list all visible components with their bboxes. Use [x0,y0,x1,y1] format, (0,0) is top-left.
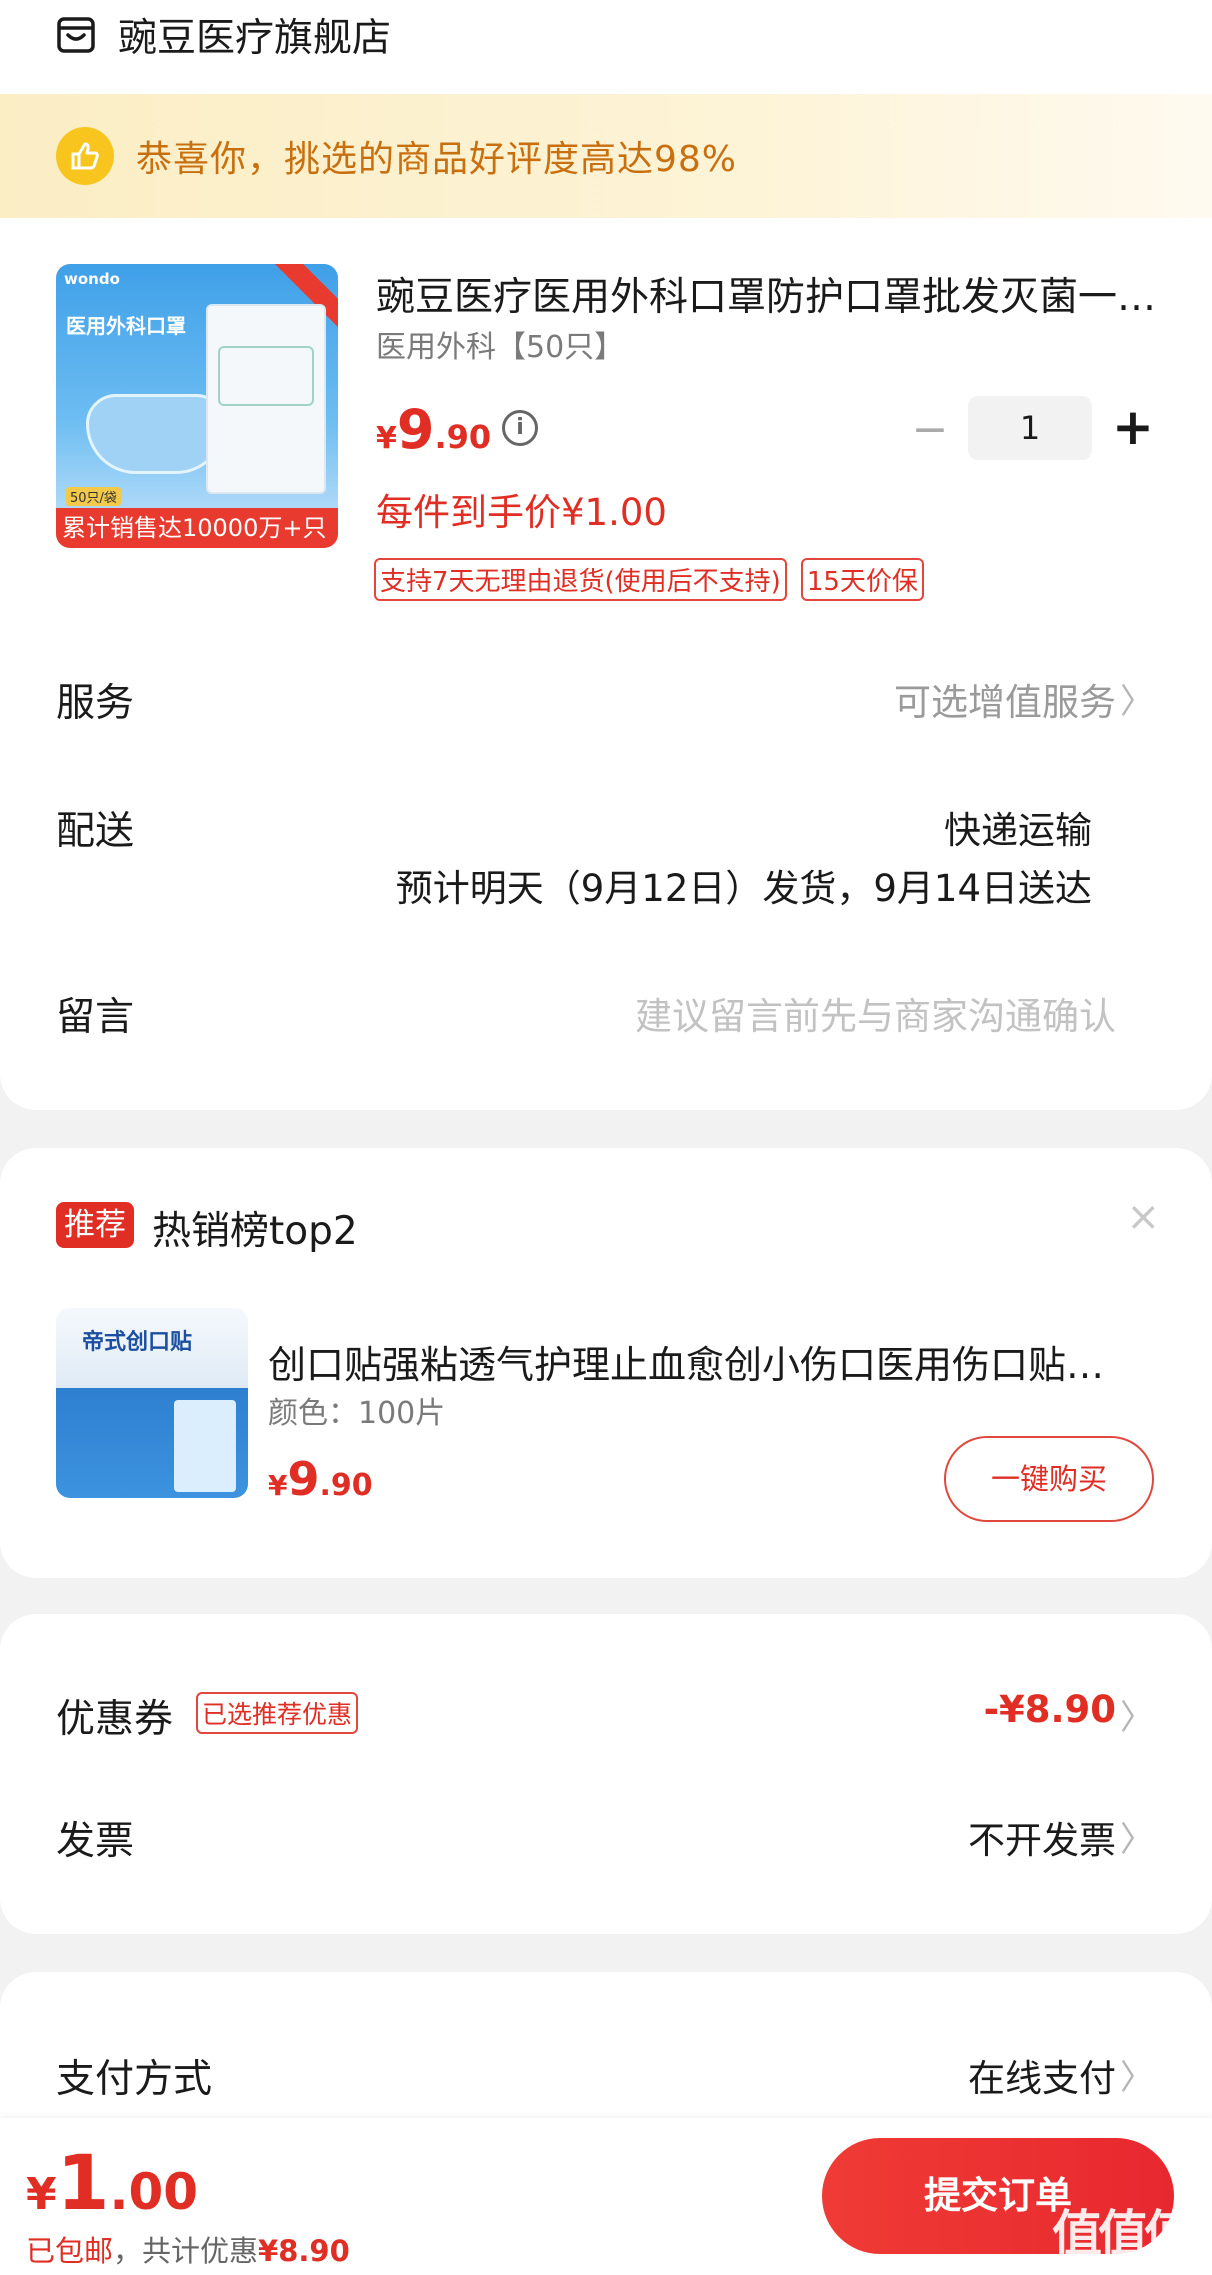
recommend-product-spec: 颜色：100片 [268,1396,446,1431]
product-tags: 支持7天无理由退货(使用后不支持) 15天价保 [374,558,924,601]
product-image-title: 医用外科口罩 [66,314,186,338]
close-icon[interactable]: × [1126,1194,1160,1240]
invoice-label: 发票 [56,1819,135,1864]
product-image[interactable]: wondo 医用外科口罩 50只/袋 累计销售达10000万+只 [56,264,338,548]
delivery-method: 快递运输 [944,809,1092,852]
watermark-url: zhizhizhi.com [1070,2260,1172,2275]
delivery-estimate: 预计明天（9月12日）发货，9月14日送达 [395,867,1092,910]
discount-amount: ¥8.90 [258,2234,350,2268]
message-input[interactable]: 建议留言前先与商家沟通确认 [635,986,1116,1040]
service-value[interactable]: 可选增值服务 [894,672,1116,726]
coupon-card: 优惠券 已选推荐优惠 -¥8.90 〉 发票 不开发票 〉 [0,1614,1212,1934]
chevron-right-icon[interactable]: 〉 [1120,1690,1154,1739]
quantity-input[interactable]: 1 [968,396,1092,460]
chevron-right-icon[interactable]: 〉 [1120,2050,1154,2099]
recommend-badge: 推荐 [56,1202,134,1248]
quantity-increase-button[interactable]: + [1108,396,1158,460]
service-label: 服务 [56,681,135,726]
product-image-ribbon: 累计销售达10000万+只 [56,508,338,548]
store-header[interactable]: 豌豆医疗旗舰店 [56,6,391,64]
recommend-product-price: ¥9.90 [268,1452,373,1506]
mask-illustration [86,394,226,474]
praise-text: 恭喜你，挑选的商品好评度高达98% [136,139,738,180]
total-price: ¥1.00 [26,2138,199,2227]
checkout-page: 豌豆医疗旗舰店 恭喜你，挑选的商品好评度高达98% wondo 医用外科口罩 5… [0,0,1212,2275]
payment-label: 支付方式 [56,2057,213,2102]
order-card: 豌豆医疗旗舰店 恭喜你，挑选的商品好评度高达98% wondo 医用外科口罩 5… [0,0,1212,1110]
price-protect-tag: 15天价保 [800,558,924,601]
return-policy-tag: 支持7天无理由退货(使用后不支持) [374,558,787,601]
product-image-count: 50只/袋 [66,487,121,506]
discount-label: ，共计优惠 [113,2234,259,2268]
coupon-selected-tag: 已选推荐优惠 [196,1692,359,1734]
chevron-right-icon[interactable]: 〉 [1120,1812,1154,1861]
free-shipping-text: 已包邮 [26,2234,114,2268]
product-spec[interactable]: 医用外科【50只】 [376,322,624,366]
store-icon [57,17,95,53]
invoice-value[interactable]: 不开发票 [968,1810,1116,1864]
recommend-card: 推荐 热销榜top2 × 帝式创口贴 创口贴强粘透气护理止血愈创小伤口医用伤口贴… [0,1148,1212,1578]
thumbs-up-icon [56,127,114,185]
recommend-title: 热销榜top2 [152,1209,358,1254]
product-image-logo: wondo [64,270,120,288]
product-price: ¥9.90 [376,398,492,461]
submit-order-button[interactable]: 提交订单 [822,2138,1174,2254]
coupon-label: 优惠券 [56,1697,174,1742]
recommend-product-name[interactable]: 创口贴强粘透气护理止血愈创小伤口医用伤口贴防水创可贴 [268,1334,1138,1389]
chevron-right-icon[interactable]: 〉 [1120,674,1154,723]
quantity-decrease-button[interactable]: − [908,400,952,460]
package-illustration [206,304,326,494]
info-icon[interactable]: i [502,410,538,446]
recommend-image-title: 帝式创口贴 [82,1330,193,1355]
store-name[interactable]: 豌豆医疗旗舰店 [118,7,391,63]
final-unit-price: 每件到手价¥1.00 [376,491,667,534]
one-click-buy-button[interactable]: 一键购买 [944,1436,1154,1522]
recommend-product-image[interactable]: 帝式创口贴 [56,1308,248,1498]
checkout-bar: ¥1.00 已包邮，共计优惠¥8.90 提交订单 值值值 zhizhizhi.c… [0,2118,1212,2275]
delivery-label: 配送 [56,809,135,854]
product-title[interactable]: 豌豆医疗医用外科口罩防护口罩批发灭菌一次性三层医用外科口罩 [376,266,1166,322]
shipping-summary: 已包邮，共计优惠¥8.90 [26,2228,350,2270]
payment-value[interactable]: 在线支付 [968,2048,1116,2102]
coupon-value[interactable]: -¥8.90 [984,1688,1116,1731]
message-label: 留言 [56,995,135,1040]
praise-banner: 恭喜你，挑选的商品好评度高达98% [0,94,1212,218]
